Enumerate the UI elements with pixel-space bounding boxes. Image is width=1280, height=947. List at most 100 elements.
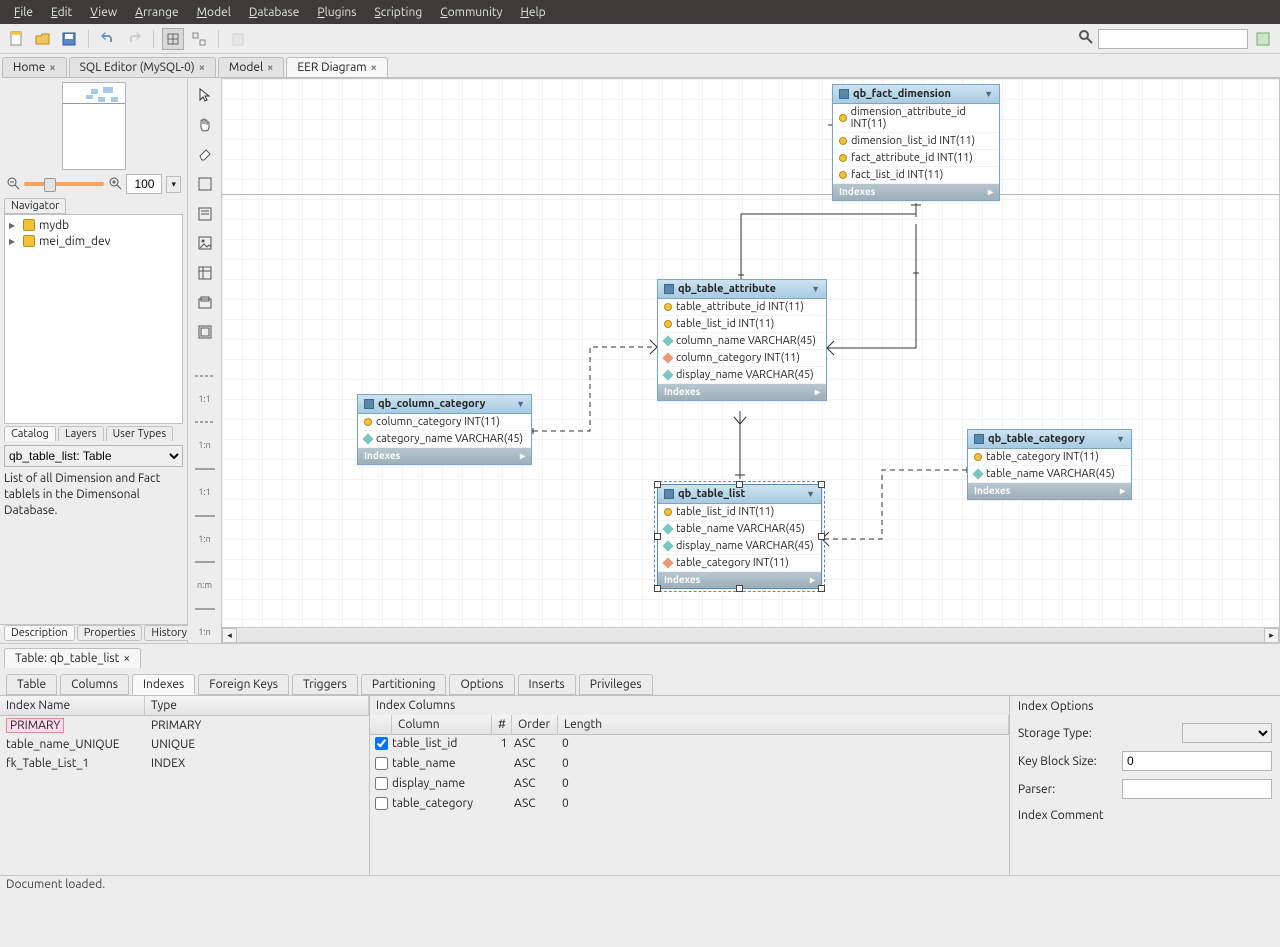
col-head-num[interactable]: #	[492, 715, 512, 734]
chevron-down-icon[interactable]: ▼	[806, 489, 815, 499]
chevron-down-icon[interactable]: ▼	[811, 284, 820, 294]
resize-handle[interactable]	[818, 585, 825, 592]
menu-model[interactable]: Model	[189, 3, 239, 22]
editor-tab[interactable]: Table: qb_table_list×	[4, 648, 141, 668]
close-icon[interactable]: ×	[123, 652, 130, 665]
layer-tool-icon[interactable]	[194, 173, 216, 195]
entity-qb-column-category[interactable]: qb_column_category▼ column_category INT(…	[357, 394, 532, 465]
parser-input[interactable]	[1122, 779, 1272, 799]
tab-catalog[interactable]: Catalog	[4, 426, 56, 441]
hand-tool-icon[interactable]	[194, 114, 216, 136]
index-column-row[interactable]: table_categoryASC0	[370, 795, 1009, 815]
tab-foreign-keys[interactable]: Foreign Keys	[198, 674, 289, 695]
tab-home[interactable]: Home×	[2, 57, 67, 77]
save-icon[interactable]	[58, 28, 80, 50]
close-icon[interactable]: ×	[49, 62, 55, 74]
align-icon[interactable]	[188, 28, 210, 50]
horizontal-scrollbar[interactable]: ◂ ▸	[222, 627, 1279, 642]
diagram-canvas[interactable]: qb_fact_dimension▼ dimension_attribute_i…	[222, 78, 1280, 643]
close-icon[interactable]: ×	[267, 62, 273, 74]
scroll-right-icon[interactable]: ▸	[1264, 628, 1279, 643]
grid-toggle-icon[interactable]	[162, 28, 184, 50]
chevron-down-icon[interactable]: ▼	[1116, 434, 1125, 444]
redo-icon[interactable]	[123, 28, 145, 50]
tab-partitioning[interactable]: Partitioning	[361, 674, 447, 695]
column-checkbox[interactable]	[375, 777, 388, 790]
open-icon[interactable]	[32, 28, 54, 50]
scroll-left-icon[interactable]: ◂	[222, 628, 237, 643]
col-head-column[interactable]: Column	[392, 715, 492, 734]
resize-handle[interactable]	[654, 533, 661, 540]
view-tool-icon[interactable]	[194, 292, 216, 314]
close-icon[interactable]: ×	[199, 62, 205, 74]
entity-qb-table-attribute[interactable]: qb_table_attribute▼ table_attribute_id I…	[657, 279, 827, 401]
index-row[interactable]: table_name_UNIQUEUNIQUE	[0, 735, 369, 754]
index-row[interactable]: PRIMARYPRIMARY	[0, 716, 369, 735]
entity-qb-fact-dimension[interactable]: qb_fact_dimension▼ dimension_attribute_i…	[832, 84, 1000, 201]
tab-options[interactable]: Options	[449, 674, 514, 695]
tab-privileges[interactable]: Privileges	[579, 674, 653, 695]
zoom-slider[interactable]	[24, 182, 104, 186]
zoom-out-icon[interactable]	[6, 176, 20, 193]
undo-icon[interactable]	[97, 28, 119, 50]
menu-community[interactable]: Community	[432, 3, 510, 22]
tab-columns[interactable]: Columns	[60, 674, 129, 695]
tab-inserts[interactable]: Inserts	[518, 674, 576, 695]
col-head-index-name[interactable]: Index Name	[0, 696, 145, 715]
col-head-length[interactable]: Length	[558, 715, 1009, 734]
expand-icon[interactable]: ▸	[815, 386, 820, 398]
rel-pick-icon[interactable]	[194, 598, 216, 620]
tab-eer-diagram[interactable]: EER Diagram×	[286, 57, 387, 77]
note-tool-icon[interactable]	[194, 203, 216, 225]
routine-tool-icon[interactable]	[194, 321, 216, 343]
column-checkbox[interactable]	[375, 797, 388, 810]
pointer-tool-icon[interactable]	[194, 84, 216, 106]
index-column-row[interactable]: table_nameASC0	[370, 755, 1009, 775]
tab-sql-editor[interactable]: SQL Editor (MySQL-0)×	[69, 57, 216, 77]
resize-handle[interactable]	[736, 481, 743, 488]
table-tool-icon[interactable]	[194, 262, 216, 284]
eraser-tool-icon[interactable]	[194, 143, 216, 165]
navigator-tab[interactable]: Navigator	[4, 198, 66, 214]
search-go-icon[interactable]	[1252, 28, 1274, 50]
index-column-row[interactable]: table_list_id1ASC0	[370, 735, 1009, 755]
tab-indexes[interactable]: Indexes	[132, 674, 195, 695]
key-block-size-input[interactable]	[1122, 751, 1272, 771]
col-head-order[interactable]: Order	[512, 715, 558, 734]
tab-table[interactable]: Table	[6, 674, 57, 695]
resize-handle[interactable]	[654, 585, 661, 592]
menu-scripting[interactable]: Scripting	[366, 3, 430, 22]
entity-qb-table-list[interactable]: qb_table_list▼ table_list_id INT(11) tab…	[657, 484, 822, 589]
resize-handle[interactable]	[654, 481, 661, 488]
expand-icon[interactable]: ▸	[810, 574, 815, 586]
rel-n-m-icon[interactable]	[194, 552, 216, 574]
entity-qb-table-category[interactable]: qb_table_category▼ table_category INT(11…	[967, 429, 1132, 500]
tab-description[interactable]: Description	[4, 625, 75, 641]
tab-model[interactable]: Model×	[218, 57, 284, 77]
birdseye-view[interactable]	[62, 82, 126, 170]
tab-history[interactable]: History	[144, 625, 194, 641]
zoom-in-icon[interactable]	[108, 176, 122, 193]
dropdown-icon[interactable]: ▾	[166, 176, 181, 193]
close-icon[interactable]: ×	[371, 62, 377, 74]
expand-icon[interactable]: ▸	[520, 450, 525, 462]
rel-1-1-solid-icon[interactable]	[194, 458, 216, 480]
index-row[interactable]: fk_Table_List_1INDEX	[0, 754, 369, 773]
catalog-item[interactable]: ▸mei_dim_dev	[9, 233, 178, 249]
catalog-item[interactable]: ▸mydb	[9, 217, 178, 233]
zoom-input[interactable]	[126, 174, 162, 194]
menu-view[interactable]: View	[82, 3, 125, 22]
tab-triggers[interactable]: Triggers	[292, 674, 358, 695]
chevron-down-icon[interactable]: ▼	[984, 89, 993, 99]
rel-1-1-icon[interactable]	[194, 365, 216, 387]
expand-icon[interactable]: ▸	[1120, 485, 1125, 497]
menu-file[interactable]: File	[6, 3, 41, 22]
rel-1-n-solid-icon[interactable]	[194, 505, 216, 527]
storage-type-select[interactable]	[1182, 723, 1272, 743]
paste-icon[interactable]	[227, 28, 249, 50]
object-select[interactable]: qb_table_list: Table	[4, 445, 183, 467]
tab-usertypes[interactable]: User Types	[106, 426, 174, 441]
property-selector[interactable]: qb_table_list: Table	[4, 445, 183, 467]
new-document-icon[interactable]	[6, 28, 28, 50]
tab-layers[interactable]: Layers	[58, 426, 104, 441]
